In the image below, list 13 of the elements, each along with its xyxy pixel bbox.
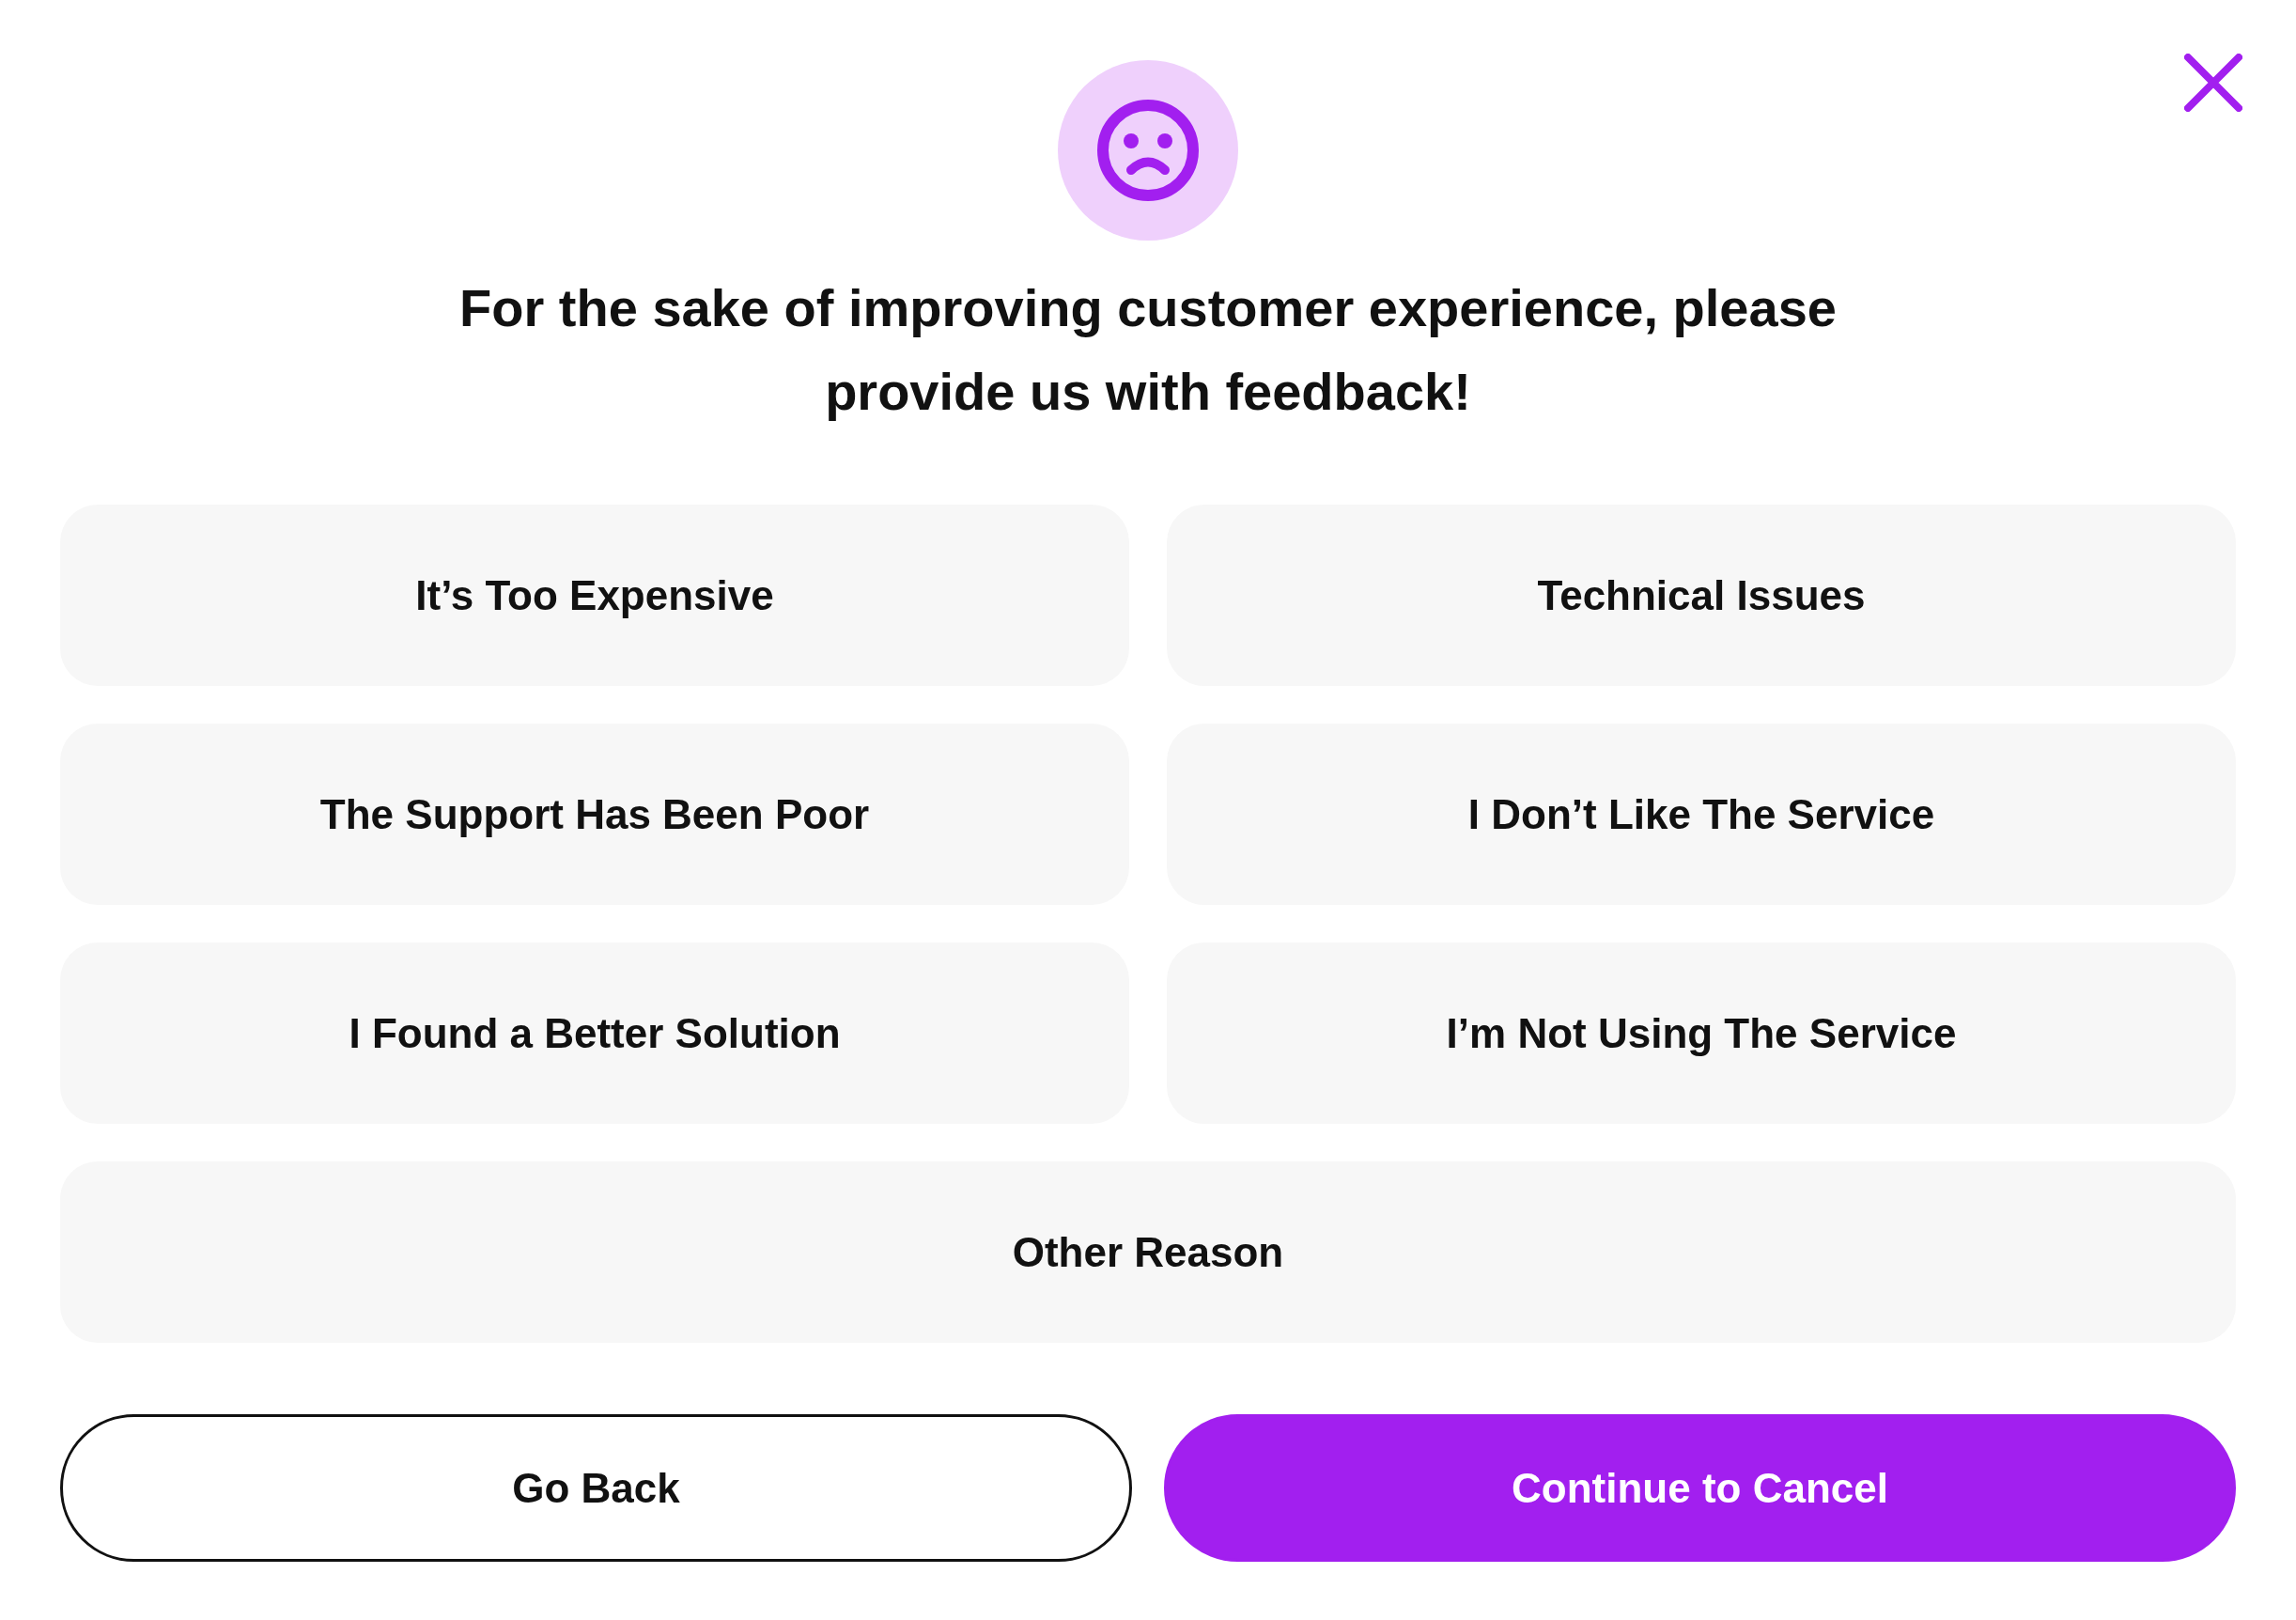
reason-option[interactable]: The Support Has Been Poor	[60, 724, 1129, 905]
reason-option[interactable]: Other Reason	[60, 1161, 2236, 1343]
outline-button[interactable]: Go Back	[60, 1414, 1132, 1562]
dialog-title: For the sake of improving customer experience, please provide us with feedback!	[458, 277, 1838, 423]
reason-option[interactable]: I’m Not Using The Service	[1167, 942, 2236, 1124]
sad-face-icon	[1058, 60, 1238, 241]
reason-option[interactable]: I Found a Better Solution	[60, 942, 1129, 1124]
close-icon	[2184, 54, 2242, 112]
reason-option[interactable]: It’s Too Expensive	[60, 505, 1129, 686]
reason-option[interactable]: I Don’t Like The Service	[1167, 724, 2236, 905]
close-button[interactable]	[2184, 54, 2242, 112]
reason-option[interactable]: Technical Issues	[1167, 505, 2236, 686]
primary-button[interactable]: Continue to Cancel	[1164, 1414, 2236, 1562]
